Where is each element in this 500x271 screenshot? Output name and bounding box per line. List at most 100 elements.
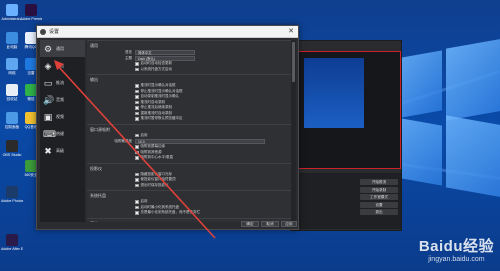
checkbox-label: 吸附到屏幕边缘 <box>140 144 166 149</box>
checkbox[interactable] <box>135 150 139 154</box>
sidebar-item-label: 热键 <box>56 130 64 136</box>
apply-button[interactable]: 应用 <box>281 221 297 227</box>
sidebar-item-gear[interactable]: ⚙ 通用 <box>40 40 85 57</box>
checkbox[interactable] <box>135 172 139 176</box>
checkbox-row[interactable]: 退出时保存投影仪 <box>87 183 292 189</box>
checkbox-label: 重新推流时自动录制 <box>140 110 173 115</box>
checkbox[interactable] <box>135 211 139 215</box>
checkbox-label: 启用 <box>140 132 148 137</box>
theme-label: 主题 <box>125 55 132 60</box>
dialog-footer: 确定 取消 应用 <box>37 220 298 229</box>
desktop-icon-label: Adobe After Effects CC <box>1 247 23 251</box>
checkbox-label: 推流时暂停默认预览缓冲区 <box>140 116 183 121</box>
sidebar-item-wrench[interactable]: ✖ 高级 <box>40 142 85 159</box>
cancel-button[interactable]: 取消 <box>261 221 279 227</box>
checkbox[interactable] <box>135 100 139 104</box>
sidebar-item-display[interactable]: ▣ 视频 <box>40 108 85 125</box>
sidebar-item-stream[interactable]: ◈ 输出 <box>40 57 85 74</box>
checkbox-label: 停止推流后继续录制 <box>140 105 173 110</box>
snap-distance-input[interactable]: 10.0 <box>135 138 265 144</box>
obs-control-button[interactable]: 开始推流 <box>360 179 398 185</box>
sidebar-item-keyboard[interactable]: ⌨ 热键 <box>40 125 85 142</box>
settings-dialog: 设置 ✕ ⚙ 通用 ◈ 输出 ▭ 推流 🔊 音频 ▣ 视频 ⌨ 热键 ✖ 高级 通用 语言 简体中文 主题… <box>36 25 299 230</box>
checkbox[interactable] <box>135 145 139 149</box>
app-icon <box>6 58 18 70</box>
desktop-icon-label: OBS Studio <box>2 153 22 157</box>
obs-control-button[interactable]: 设置 <box>360 201 398 208</box>
checkbox-label: 启动时最小化到系统托盘 <box>140 204 180 209</box>
obs-main-window[interactable]: 开始推流 开始录制 工作室模式 设置 退出 <box>290 40 402 231</box>
theme-select[interactable]: Dark (默认) <box>135 55 195 61</box>
checkbox-label: 启动时自动检查更新 <box>140 61 173 66</box>
checkbox[interactable] <box>135 89 139 93</box>
desktop-icon[interactable]: Adobe Photosh... <box>1 186 23 203</box>
sidebar-item-label: 高级 <box>56 147 64 153</box>
watermark: Baidu经验 jingyan.baidu.com <box>419 235 494 263</box>
checkbox[interactable] <box>135 178 139 182</box>
checkbox-label: 吸附到中心水平/垂直 <box>140 155 173 160</box>
speaker-icon: 🔊 <box>43 94 55 105</box>
checkbox[interactable] <box>135 95 139 99</box>
checkbox[interactable] <box>135 67 139 71</box>
checkbox[interactable] <box>135 84 139 88</box>
desktop-icon[interactable]: Adobe Premiere <box>20 4 42 21</box>
sidebar-item-monitor[interactable]: ▭ 推流 <box>40 74 85 91</box>
checkbox-row[interactable]: 吸附到中心水平/垂直 <box>87 155 292 161</box>
desktop-icon-label: Adobe Photosh... <box>1 199 23 203</box>
checkbox[interactable] <box>135 111 139 115</box>
app-icon <box>6 186 18 198</box>
language-label: 语言 <box>125 49 132 54</box>
display-icon: ▣ <box>43 111 53 122</box>
sidebar-item-speaker[interactable]: 🔊 音频 <box>40 91 85 108</box>
sidebar-item-label: 音频 <box>56 96 64 102</box>
app-icon <box>6 4 18 16</box>
checkbox[interactable] <box>135 117 139 121</box>
app-icon <box>6 140 18 152</box>
obs-control-button[interactable]: 退出 <box>360 209 398 215</box>
checkbox-label: 启用 <box>140 199 148 204</box>
scrollbar-thumb[interactable] <box>292 42 295 82</box>
monitor-icon: ▭ <box>43 77 53 88</box>
checkbox[interactable] <box>135 62 139 66</box>
checkbox-row[interactable]: 以系统托盘方式启动 <box>87 67 292 73</box>
checkbox-label: 自动录制推流时显示确认 <box>140 94 180 99</box>
app-icon <box>6 32 18 44</box>
ok-button[interactable]: 确定 <box>241 221 259 227</box>
sidebar-item-label: 推流 <box>56 79 64 85</box>
checkbox-row[interactable]: 推流时暂停默认预览缓冲区 <box>87 116 292 122</box>
checkbox[interactable] <box>135 106 139 110</box>
checkbox-label: 退出时保存投影仪 <box>140 182 169 187</box>
app-icon <box>6 84 18 96</box>
app-icon <box>6 112 18 124</box>
checkbox-row[interactable]: 总是最小化到系统托盘，而不是任务栏 <box>87 210 292 216</box>
desktop-icon[interactable]: Adobe After Effects CC <box>1 234 23 251</box>
keyboard-icon: ⌨ <box>43 128 56 139</box>
obs-controls: 开始推流 开始录制 工作室模式 设置 退出 <box>360 179 398 217</box>
close-icon[interactable]: ✕ <box>288 26 294 38</box>
checkbox[interactable] <box>135 156 139 160</box>
snap-distance-field: 吸附敏感度 10.0 <box>87 138 292 144</box>
desktop-icon[interactable]: OBS Studio <box>1 140 23 157</box>
checkbox[interactable] <box>135 133 139 137</box>
obs-control-button[interactable]: 工作室模式 <box>360 194 398 200</box>
checkbox-label: 停止推流时显示确认对话框 <box>140 88 183 93</box>
gear-icon: ⚙ <box>43 43 53 54</box>
checkbox[interactable] <box>135 205 139 209</box>
preview-scene <box>304 58 364 128</box>
obs-control-button[interactable]: 开始录制 <box>360 186 398 193</box>
checkbox[interactable] <box>135 200 139 204</box>
sidebar-item-label: 视频 <box>56 113 64 119</box>
checkbox-label: 隐藏投影仪窗口光标 <box>140 171 173 176</box>
checkbox-label: 推流时显示确认对话框 <box>140 83 176 88</box>
watermark-url: jingyan.baidu.com <box>428 256 485 263</box>
section-tray: 系统托盘 启用 启动时最小化到系统托盘 总是最小化到系统托盘，而不是任务栏 <box>87 190 292 218</box>
checkbox[interactable] <box>135 183 139 187</box>
section-projectors: 投影仪 隐藏投影仪窗口光标 使投影仪窗口始终置顶 退出时保存投影仪 <box>87 162 292 191</box>
settings-sidebar: ⚙ 通用 ◈ 输出 ▭ 推流 🔊 音频 ▣ 视频 ⌨ 热键 ✖ 高级 <box>40 40 85 222</box>
dialog-titlebar[interactable]: 设置 ✕ <box>37 26 298 38</box>
watermark-brand: Baidu经验 <box>418 238 494 255</box>
content-scrollbar[interactable] <box>291 40 296 222</box>
checkbox-label: 总是最小化到系统托盘，而不是任务栏 <box>140 210 201 215</box>
obs-logo-icon <box>40 29 46 35</box>
language-select[interactable]: 简体中文 <box>135 49 195 55</box>
